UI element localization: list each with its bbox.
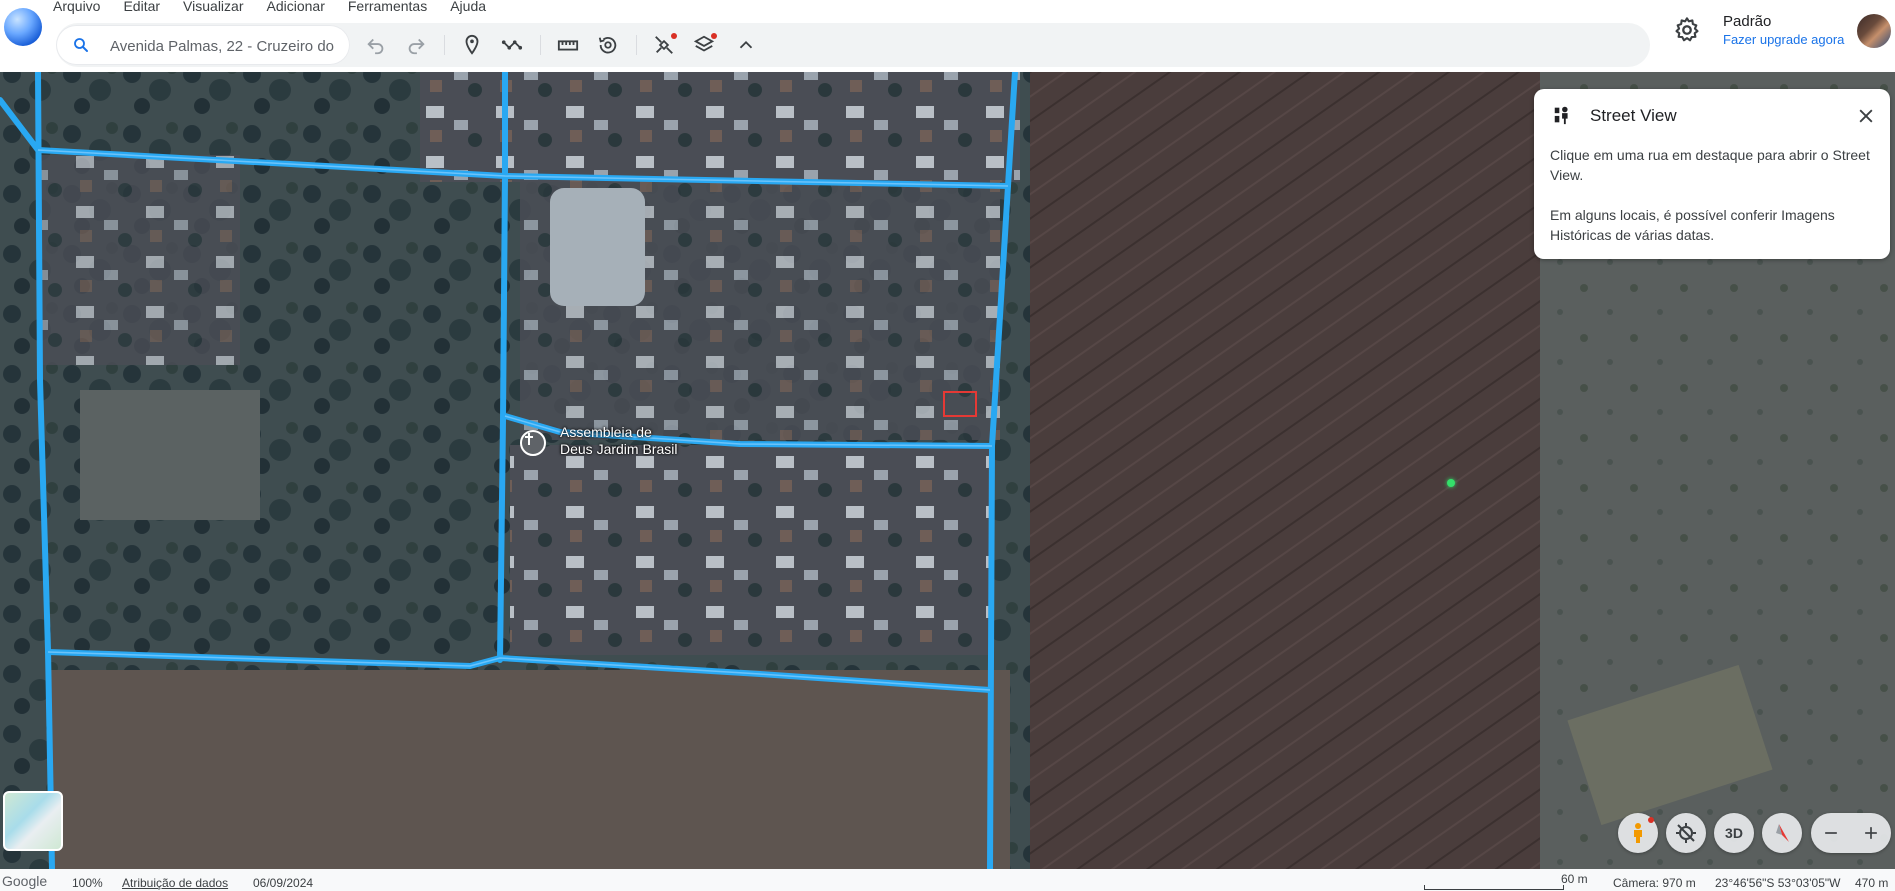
voyager-button[interactable] <box>650 31 678 59</box>
settings-button[interactable] <box>1673 16 1701 44</box>
coordinates: 23°46'56"S 53°03'05"W <box>1715 876 1841 890</box>
collapse-toolbar-button[interactable] <box>732 31 760 59</box>
top-bar: Arquivo Editar Visualizar Adicionar Ferr… <box>0 0 1895 72</box>
scale-label: 60 m <box>1561 872 1588 886</box>
upgrade-link[interactable]: Fazer upgrade agora <box>1723 32 1844 47</box>
ruler-icon <box>557 40 579 51</box>
minus-icon <box>1825 832 1837 834</box>
chevron-up-icon <box>739 40 753 49</box>
avatar[interactable] <box>1857 14 1891 48</box>
notification-dot <box>671 33 677 39</box>
place-label-line1: Assembleia de <box>560 424 652 440</box>
status-bar: Google 100% Atribuição de dados 06/09/20… <box>0 869 1895 891</box>
google-brand: Google <box>2 873 48 889</box>
path-icon <box>501 40 523 50</box>
notification-dot <box>711 33 717 39</box>
search-icon[interactable] <box>72 36 90 54</box>
street-view-panel: Street View Clique em uma rua em destaqu… <box>1534 89 1890 259</box>
attribution-link[interactable]: Atribuição de dados <box>122 876 228 890</box>
camera-altitude: Câmera: 970 m <box>1613 876 1696 890</box>
selection-box <box>943 391 977 417</box>
search-box <box>56 25 350 65</box>
toolbar-divider <box>636 35 637 55</box>
search-input[interactable] <box>108 34 348 58</box>
gear-icon <box>1675 17 1699 42</box>
menu-arquivo[interactable]: Arquivo <box>53 0 110 18</box>
toggle-3d-button[interactable]: 3D <box>1714 813 1754 853</box>
pegman-icon <box>1634 823 1642 843</box>
street-view-text-2: Em alguns locais, é possível conferir Im… <box>1550 207 1835 243</box>
historical-imagery-button[interactable] <box>594 31 622 59</box>
compass-button[interactable] <box>1762 813 1802 853</box>
zoom-out-button[interactable] <box>1811 813 1851 853</box>
place-label-line2: Deus Jardim Brasil <box>560 441 678 457</box>
recenter-button[interactable] <box>1666 813 1706 853</box>
profile-name: Padrão <box>1723 13 1772 30</box>
church-pin-icon[interactable] <box>520 430 546 456</box>
street-view-icon <box>1554 106 1568 125</box>
close-button[interactable] <box>1854 104 1878 128</box>
menu-editar[interactable]: Editar <box>123 0 170 18</box>
add-path-button[interactable] <box>498 31 526 59</box>
minimap[interactable] <box>3 791 63 851</box>
app-logo <box>4 8 42 46</box>
history-icon <box>598 36 617 54</box>
notification-dot <box>1648 817 1654 823</box>
zoom-controls <box>1811 813 1891 853</box>
pegman-button[interactable] <box>1618 813 1658 853</box>
menu-ferramentas[interactable]: Ferramentas <box>348 0 437 18</box>
street-view-text-1: Clique em uma rua em destaque para abrir… <box>1550 147 1870 183</box>
compass-icon <box>1776 824 1789 842</box>
measure-button[interactable] <box>554 31 582 59</box>
place-label[interactable]: Assembleia de Deus Jardim Brasil <box>560 424 677 458</box>
toolbar-divider <box>540 35 541 55</box>
redo-icon <box>408 38 425 55</box>
location-marker <box>1447 479 1455 487</box>
menu-adicionar[interactable]: Adicionar <box>266 0 334 18</box>
street-view-title: Street View <box>1590 106 1677 125</box>
elevation: 470 m <box>1855 876 1889 890</box>
plus-icon <box>1865 827 1877 839</box>
menu-ajuda[interactable]: Ajuda <box>450 0 496 18</box>
toolbar-divider <box>444 35 445 55</box>
cross-icon <box>525 433 533 445</box>
location-off-icon <box>1676 823 1696 843</box>
scale-bar <box>1424 885 1564 890</box>
zoom-in-button[interactable] <box>1851 813 1891 853</box>
toolbar <box>56 23 1650 67</box>
menu-visualizar[interactable]: Visualizar <box>183 0 253 18</box>
add-placemark-button[interactable] <box>458 31 486 59</box>
close-icon <box>1859 109 1873 123</box>
menu-bar: Arquivo Editar Visualizar Adicionar Ferr… <box>53 0 509 18</box>
undo-button[interactable] <box>362 31 390 59</box>
imagery-date: 06/09/2024 <box>253 876 314 890</box>
placemark-icon <box>465 34 479 55</box>
map-style-button[interactable] <box>690 31 718 59</box>
redo-button[interactable] <box>402 31 430 59</box>
undo-icon <box>367 38 384 55</box>
zoom-level: 100% <box>72 876 103 890</box>
